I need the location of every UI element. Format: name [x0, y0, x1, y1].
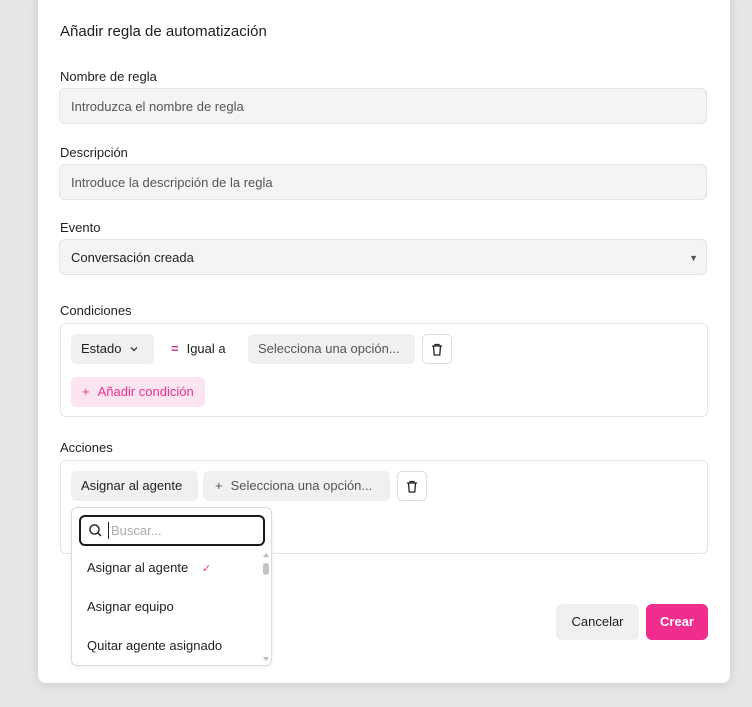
text-cursor: [108, 522, 109, 539]
check-icon: ✓: [201, 563, 212, 575]
dropdown-search-box[interactable]: Buscar...: [79, 515, 265, 546]
event-select[interactable]: Conversación creada ▼: [59, 239, 707, 275]
dropdown-scrollbar-thumb[interactable]: [263, 563, 269, 575]
dropdown-option[interactable]: Asignar equipo: [87, 599, 174, 614]
condition-attribute-value: Estado: [81, 341, 122, 356]
trash-icon: [432, 343, 442, 356]
caret-down-icon: ▼: [689, 253, 698, 263]
dropdown-scrollbar[interactable]: [262, 552, 270, 662]
trash-icon: [407, 480, 417, 493]
action-type-dropdown: Buscar... Asignar al agente ✓ Asignar eq…: [71, 507, 272, 666]
create-button[interactable]: Crear: [646, 604, 708, 640]
event-label: Evento: [60, 220, 101, 235]
rule-name-input[interactable]: Introduzca el nombre de regla: [59, 88, 707, 124]
actions-label: Acciones: [60, 440, 113, 455]
condition-operator[interactable]: = Igual a: [171, 334, 226, 364]
event-select-value: Conversación creada: [71, 250, 194, 265]
dropdown-option-label: Asignar al agente: [87, 560, 189, 575]
conditions-label: Condiciones: [60, 303, 132, 318]
dropdown-search-input[interactable]: Buscar...: [111, 517, 162, 544]
search-icon: [89, 524, 102, 537]
description-label: Descripción: [60, 145, 128, 160]
rule-name-label: Nombre de regla: [60, 69, 157, 84]
add-condition-label: Añadir condición: [97, 384, 194, 399]
description-input[interactable]: Introduce la descripción de la regla: [59, 164, 707, 200]
equals-icon: =: [171, 341, 179, 356]
condition-attribute-select[interactable]: Estado: [71, 334, 154, 364]
action-value-placeholder: Selecciona una opción...: [230, 478, 373, 493]
add-condition-button[interactable]: + Añadir condición: [71, 377, 205, 407]
condition-operator-label: Igual a: [186, 341, 226, 356]
scroll-down-arrow-icon: [263, 657, 269, 661]
modal-title: Añadir regla de automatización: [60, 23, 267, 40]
conditions-box: Estado = Igual a Selecciona una opción..…: [60, 323, 708, 417]
plus-icon: +: [82, 384, 90, 399]
delete-condition-button[interactable]: [422, 334, 452, 364]
dropdown-option[interactable]: Quitar agente asignado: [87, 638, 222, 653]
chevron-down-icon: [131, 347, 138, 352]
cancel-button[interactable]: Cancelar: [556, 604, 639, 640]
condition-value-select[interactable]: Selecciona una opción...: [248, 334, 415, 364]
delete-action-button[interactable]: [397, 471, 427, 501]
action-value-select[interactable]: + Selecciona una opción...: [203, 471, 390, 501]
dropdown-option[interactable]: Asignar al agente ✓: [87, 560, 211, 575]
action-type-select[interactable]: Asignar al agente: [71, 471, 198, 501]
scroll-up-arrow-icon: [263, 553, 269, 557]
plus-icon: +: [215, 478, 223, 493]
